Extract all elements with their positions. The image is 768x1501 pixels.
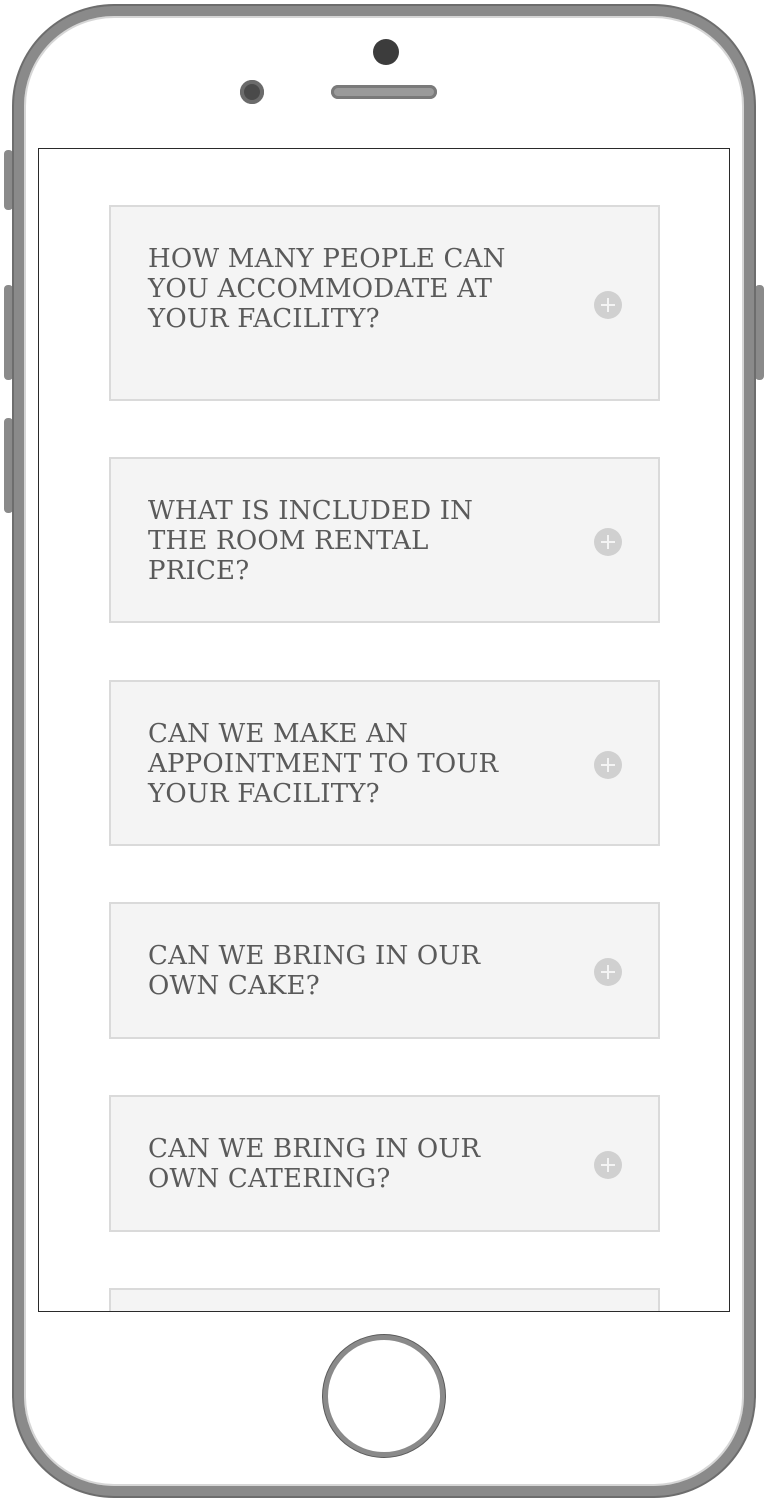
- home-button[interactable]: [323, 1335, 445, 1457]
- faq-item[interactable]: WHAT IS INCLUDED IN THE ROOM RENTAL PRIC…: [109, 457, 660, 623]
- faq-item[interactable]: CAN WE BRING IN OUR OWN CATERING?: [109, 1095, 660, 1232]
- plus-circle-icon[interactable]: [594, 958, 622, 986]
- plus-circle-icon[interactable]: [594, 751, 622, 779]
- earpiece-speaker: [331, 85, 437, 99]
- faq-question: CAN WE BRING IN OUR OWN CAKE?: [148, 941, 481, 1001]
- faq-question: WHAT IS INCLUDED IN THE ROOM RENTAL PRIC…: [148, 496, 474, 586]
- faq-question: CAN WE MAKE AN APPOINTMENT TO TOUR YOUR …: [148, 719, 499, 809]
- plus-circle-icon[interactable]: [594, 1151, 622, 1179]
- faq-item-partial[interactable]: [109, 1288, 660, 1311]
- plus-circle-icon[interactable]: [594, 291, 622, 319]
- volume-up-button: [4, 285, 13, 380]
- power-button: [755, 285, 764, 380]
- volume-down-button: [4, 418, 13, 513]
- faq-item[interactable]: HOW MANY PEOPLE CAN YOU ACCOMMODATE AT Y…: [109, 205, 660, 401]
- faq-question: CAN WE BRING IN OUR OWN CATERING?: [148, 1134, 481, 1194]
- silent-switch: [4, 150, 13, 210]
- proximity-sensor: [240, 80, 264, 104]
- front-camera: [373, 39, 399, 65]
- phone-screen: HOW MANY PEOPLE CAN YOU ACCOMMODATE AT Y…: [38, 148, 730, 1312]
- faq-question: HOW MANY PEOPLE CAN YOU ACCOMMODATE AT Y…: [148, 244, 506, 334]
- faq-item[interactable]: CAN WE MAKE AN APPOINTMENT TO TOUR YOUR …: [109, 680, 660, 846]
- faq-item[interactable]: CAN WE BRING IN OUR OWN CAKE?: [109, 902, 660, 1039]
- plus-circle-icon[interactable]: [594, 528, 622, 556]
